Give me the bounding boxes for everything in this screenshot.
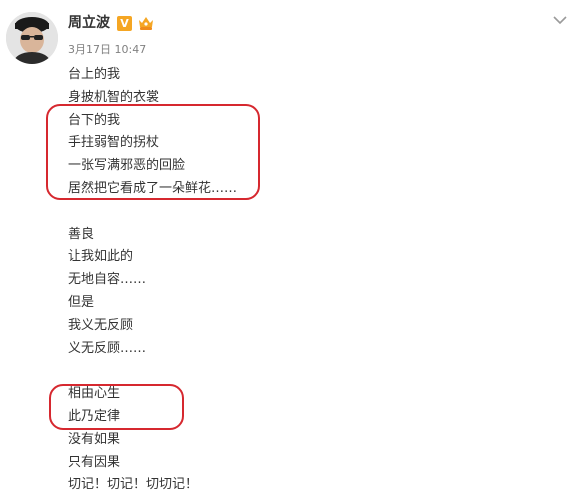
stanza-break xyxy=(68,201,237,224)
stanza-break xyxy=(68,360,237,383)
poem-line: 无地自容…… xyxy=(68,272,147,288)
poem-line: 让我如此的 xyxy=(68,249,134,265)
poem-line: 台上的我 xyxy=(68,67,121,82)
avatar-image xyxy=(6,12,58,64)
poem-line: 一张写满邪恶的回脸 xyxy=(68,158,186,174)
poem-line: 手拄弱智的拐杖 xyxy=(68,135,160,151)
chevron-down-icon[interactable] xyxy=(552,14,568,26)
poem-line: 居然把它看成了一朵鲜花…… xyxy=(68,180,238,196)
poem-line: 我义无反顾 xyxy=(68,317,134,333)
post-timestamp[interactable]: 3月17日 10:47 xyxy=(68,43,146,57)
poem-line: 此乃定律 xyxy=(68,408,121,424)
author-name[interactable]: 周立波 xyxy=(68,14,110,32)
avatar[interactable] xyxy=(6,12,58,64)
verified-icon: V xyxy=(117,16,132,31)
poem-line: 义无反顾…… xyxy=(68,340,147,356)
poem-line: 相由心生 xyxy=(68,386,121,402)
poem-line: 但是 xyxy=(68,294,95,310)
poem-line: 没有如果 xyxy=(68,431,121,447)
poem-line: 台下的我 xyxy=(68,112,121,128)
crown-badge-icon xyxy=(139,17,153,30)
poem-line: 只有因果 xyxy=(68,454,121,470)
poem-line: 身披机智的衣裳 xyxy=(68,89,160,105)
poem-line: 善良 xyxy=(68,226,95,242)
post-body: 台上的我 身披机智的衣裳 台下的我 手拄弱智的拐杖 一张写满邪恶的回脸 居然把它… xyxy=(68,64,237,497)
